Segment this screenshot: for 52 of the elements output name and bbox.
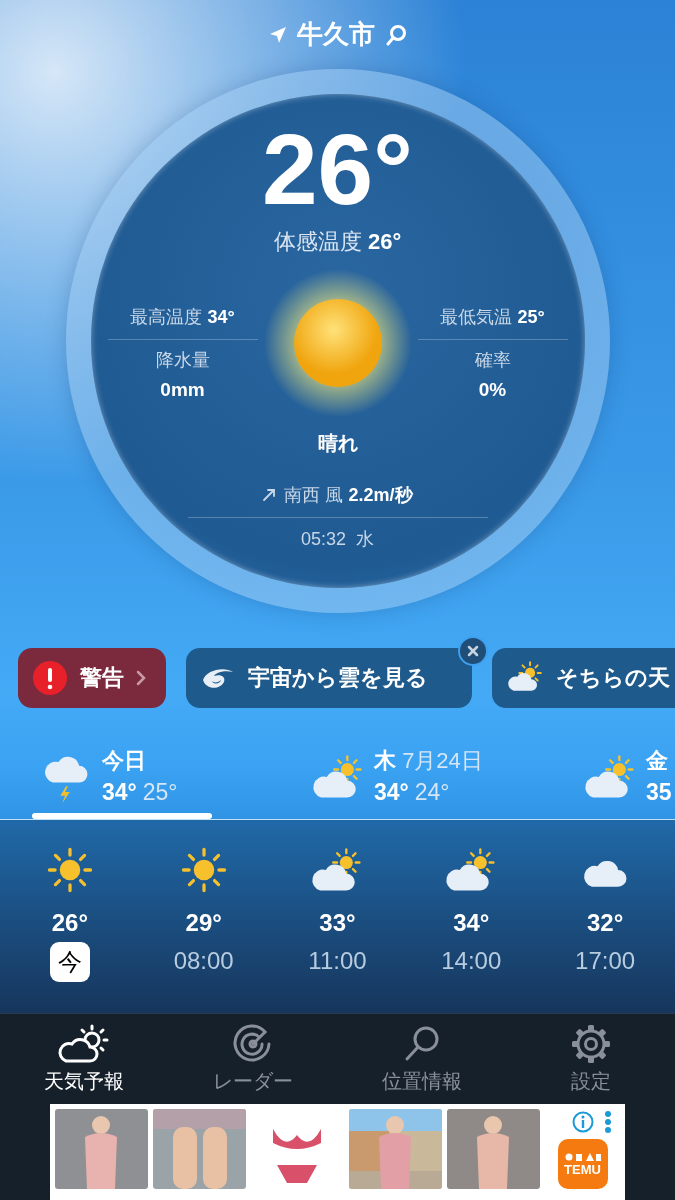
info-icon [572,1111,594,1133]
search-icon [384,23,407,46]
day-label: 金 [646,748,669,774]
hour-time: 14:00 [441,946,502,976]
hour-time: 17:00 [575,946,636,976]
day-label: 木 7月24日 [374,748,483,774]
now-badge: 今 [49,942,90,982]
hour-time: 11:00 [308,946,367,976]
update-time: 05:32 水 [300,528,374,550]
precipitation-value: 0mm [160,378,205,402]
day-temperatures: 34° 25° [102,778,178,806]
location-arrow-icon [268,25,287,44]
feature-chip[interactable]: そちらの天 [492,648,675,708]
feels-like: 体感温度 26° [273,228,402,256]
hour-time: 08:00 [173,946,234,976]
close-icon [467,645,479,657]
warning-icon [32,660,68,696]
precipitation-label: 降水量 [155,349,210,372]
hour-temperature: 29° [185,908,222,938]
low-temperature: 最低気温 25° [440,306,545,329]
high-temperature: 最高温度 34° [130,306,235,329]
chevron-right-icon [136,670,146,686]
sun-icon [262,268,413,418]
hour-temperature: 34° [453,908,490,938]
nav-tab[interactable]: 位置情報 [337,1014,507,1096]
city-name[interactable]: 牛久市 [296,17,375,52]
brand-logo[interactable]: TEMU [557,1139,608,1189]
nav-tab[interactable]: 天気予報 [0,1014,169,1096]
close-button[interactable] [458,636,488,666]
chance-value: 0% [478,378,507,402]
day-temperatures: 35 [646,778,672,806]
condition-text: 晴れ [317,431,358,455]
chance-label: 確率 [474,349,511,372]
logo-text: TEMU [564,1162,601,1177]
more-icon [604,1111,612,1133]
ad-banner[interactable]: TEMU [50,1104,625,1200]
nav-tab[interactable]: 設定 [506,1014,675,1096]
day-label: 今日 [102,748,147,774]
day-tab[interactable]: 木 7月24日 34° 24° [304,741,576,819]
current-temperature: 26° [261,119,414,219]
hour-temperature: 33° [319,908,356,938]
day-tab[interactable]: 金 35 [576,741,675,819]
day-tab[interactable]: 今日 34° 25° [32,741,304,819]
nav-tab[interactable]: レーダー [168,1014,338,1096]
wind-info: 南西 風 2.2m/秒 [284,484,413,507]
settings-icon [569,1024,612,1064]
hour-temperature: 32° [586,908,624,938]
hour-temperature: 26° [51,908,89,938]
feature-chip[interactable]: 宇宙から雲を見る [186,648,472,708]
warning-chip[interactable]: 警告 [18,648,166,708]
day-temperatures: 34° 24° [374,778,451,806]
wind-arrow-icon [262,488,277,502]
